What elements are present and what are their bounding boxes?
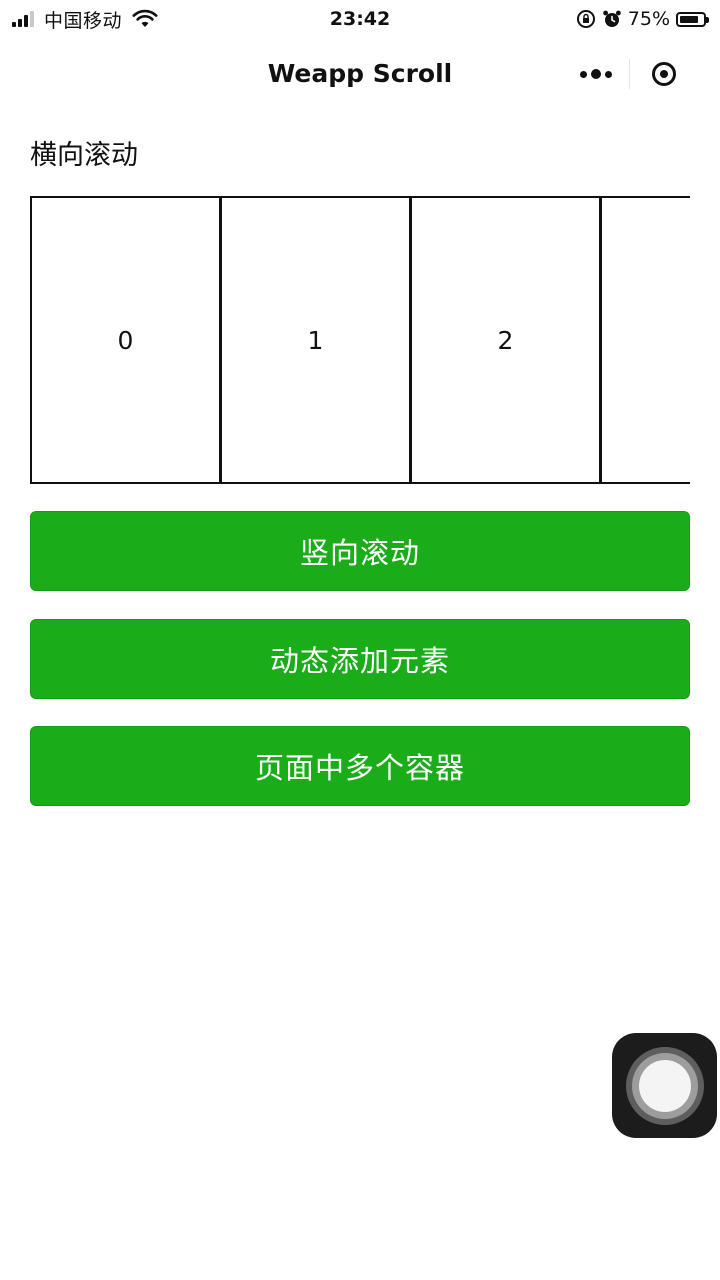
orientation-lock-icon: [576, 10, 595, 28]
assistive-touch-button[interactable]: [612, 1033, 717, 1138]
scroll-item-2: 2: [410, 196, 601, 484]
close-miniprogram-icon[interactable]: [630, 54, 697, 94]
scroll-item-3: [600, 196, 690, 484]
alarm-icon: [602, 10, 621, 27]
horizontal-scroll-view[interactable]: 0 1 2: [30, 196, 690, 484]
navigation-bar: Weapp Scroll: [0, 38, 720, 110]
vertical-scroll-button[interactable]: 竖向滚动: [30, 511, 690, 591]
miniprogram-capsule: [563, 54, 697, 94]
scroll-item-0: 0: [30, 196, 221, 484]
battery-percent: 75%: [627, 8, 670, 30]
status-bar-right: 75%: [576, 6, 709, 32]
status-bar: 中国移动 23:42 75%: [0, 0, 720, 38]
assistive-touch-icon: [625, 1046, 704, 1125]
scroll-item-1: 1: [220, 196, 411, 484]
section-title-horizontal-scroll: 横向滚动: [30, 140, 138, 171]
dynamic-add-elements-button[interactable]: 动态添加元素: [30, 619, 690, 699]
battery-icon: [676, 11, 709, 27]
horizontal-scroll-track: 0 1 2: [30, 196, 690, 484]
more-icon[interactable]: [563, 54, 629, 94]
multiple-containers-button[interactable]: 页面中多个容器: [30, 726, 690, 806]
